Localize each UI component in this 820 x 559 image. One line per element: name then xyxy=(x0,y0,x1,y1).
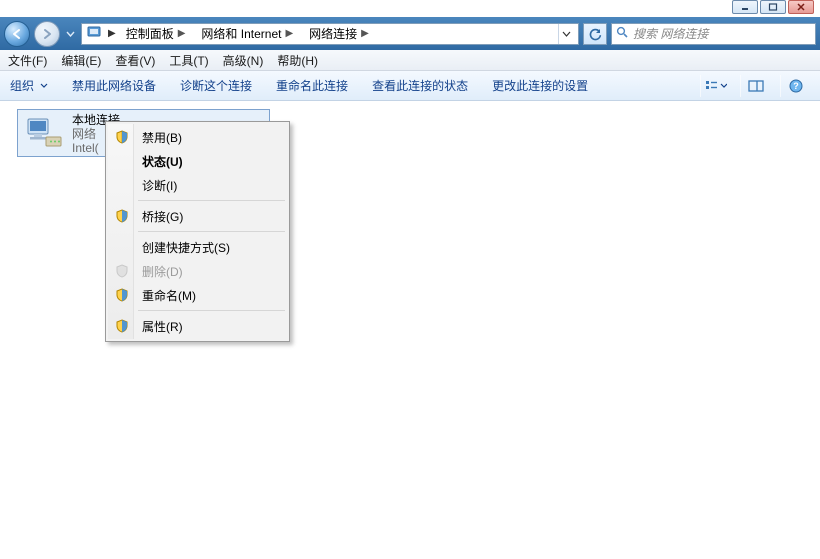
chevron-right-icon: ▶ xyxy=(359,28,371,39)
context-disable[interactable]: 禁用(B) xyxy=(108,125,287,149)
menu-advanced[interactable]: 高级(N) xyxy=(223,52,264,69)
menu-view[interactable]: 查看(V) xyxy=(115,52,155,69)
toolbar-diagnose[interactable]: 诊断这个连接 xyxy=(180,77,252,94)
shield-icon xyxy=(113,317,131,335)
content-area: 本地连接 网络 Intel( 禁用(B) 状态(U) 诊断(I) 桥接(G) xyxy=(0,101,820,559)
shield-icon xyxy=(113,128,131,146)
toolbar-rename[interactable]: 重命名此连接 xyxy=(276,77,348,94)
chevron-right-icon: ▶ xyxy=(108,28,116,39)
breadcrumb-item[interactable]: 网络连接▶ xyxy=(305,24,375,44)
menu-edit[interactable]: 编辑(E) xyxy=(61,52,101,69)
network-adapter-icon xyxy=(24,113,64,153)
toolbar-disable[interactable]: 禁用此网络设备 xyxy=(72,77,156,94)
nav-history-dropdown[interactable] xyxy=(64,24,77,44)
shield-icon xyxy=(113,262,131,280)
toolbar-right: ? xyxy=(700,75,810,97)
chevron-right-icon: ▶ xyxy=(176,28,188,39)
search-icon xyxy=(616,26,629,42)
context-properties[interactable]: 属性(R) xyxy=(108,314,287,338)
close-button[interactable] xyxy=(788,0,814,14)
help-button[interactable]: ? xyxy=(780,75,810,97)
organize-label: 组织 xyxy=(10,77,34,94)
context-separator xyxy=(138,231,285,232)
context-rename[interactable]: 重命名(M) xyxy=(108,283,287,307)
shield-icon xyxy=(113,286,131,304)
context-create-shortcut[interactable]: 创建快捷方式(S) xyxy=(108,235,287,259)
context-item-label: 状态(U) xyxy=(142,153,183,170)
breadcrumb-label: 网络连接 xyxy=(309,25,357,42)
address-bar[interactable]: ▶ 控制面板▶ 网络和 Internet▶ 网络连接▶ xyxy=(81,23,579,45)
control-panel-icon xyxy=(86,24,102,43)
toolbar-status[interactable]: 查看此连接的状态 xyxy=(372,77,468,94)
context-bridge[interactable]: 桥接(G) xyxy=(108,204,287,228)
context-item-label: 创建快捷方式(S) xyxy=(142,239,230,256)
menu-tools[interactable]: 工具(T) xyxy=(169,52,208,69)
view-options-button[interactable] xyxy=(700,75,730,97)
minimize-button[interactable] xyxy=(732,0,758,14)
context-status[interactable]: 状态(U) xyxy=(108,149,287,173)
menu-bar: 文件(F) 编辑(E) 查看(V) 工具(T) 高级(N) 帮助(H) xyxy=(0,50,820,71)
breadcrumb-label: 控制面板 xyxy=(126,25,174,42)
title-bar xyxy=(0,0,820,17)
context-item-label: 属性(R) xyxy=(142,318,183,335)
context-diagnose[interactable]: 诊断(I) xyxy=(108,173,287,197)
toolbar-changeset[interactable]: 更改此连接的设置 xyxy=(492,77,588,94)
command-toolbar: 组织 禁用此网络设备 诊断这个连接 重命名此连接 查看此连接的状态 更改此连接的… xyxy=(0,71,820,101)
breadcrumb-item[interactable]: 网络和 Internet▶ xyxy=(197,24,299,44)
context-separator xyxy=(138,200,285,201)
address-dropdown[interactable] xyxy=(558,24,574,44)
search-input[interactable]: 搜索 网络连接 xyxy=(611,23,816,45)
window-controls xyxy=(732,0,814,14)
menu-file[interactable]: 文件(F) xyxy=(8,52,47,69)
chevron-right-icon: ▶ xyxy=(283,28,295,39)
context-item-label: 删除(D) xyxy=(142,263,183,280)
back-button[interactable] xyxy=(4,21,30,47)
maximize-button[interactable] xyxy=(760,0,786,14)
context-item-label: 禁用(B) xyxy=(142,129,182,146)
preview-pane-button[interactable] xyxy=(740,75,770,97)
organize-button[interactable]: 组织 xyxy=(10,77,48,94)
chevron-down-icon xyxy=(40,83,48,88)
breadcrumb-label: 网络和 Internet xyxy=(201,25,281,42)
context-item-label: 重命名(M) xyxy=(142,287,196,304)
navigation-bar: ▶ 控制面板▶ 网络和 Internet▶ 网络连接▶ 搜索 网络连接 xyxy=(0,17,820,50)
context-item-label: 桥接(G) xyxy=(142,208,183,225)
refresh-button[interactable] xyxy=(583,23,607,45)
forward-button[interactable] xyxy=(34,21,60,47)
context-separator xyxy=(138,310,285,311)
svg-text:?: ? xyxy=(793,81,799,91)
breadcrumb-item[interactable]: 控制面板▶ xyxy=(122,24,192,44)
context-delete: 删除(D) xyxy=(108,259,287,283)
search-placeholder: 搜索 网络连接 xyxy=(633,25,708,42)
context-menu: 禁用(B) 状态(U) 诊断(I) 桥接(G) 创建快捷方式(S) 删除(D) xyxy=(105,121,290,342)
shield-icon xyxy=(113,207,131,225)
context-item-label: 诊断(I) xyxy=(142,177,177,194)
menu-help[interactable]: 帮助(H) xyxy=(277,52,318,69)
